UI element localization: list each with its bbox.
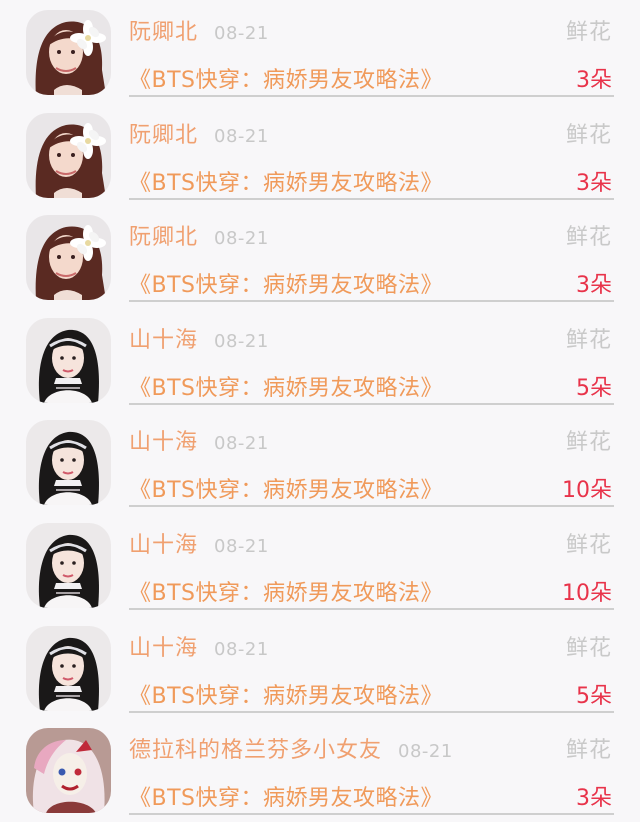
user-line: 德拉科的格兰芬多小女友 08-21 xyxy=(129,732,453,764)
book-title-link[interactable]: 《BTS快穿：病娇男友攻略法》 xyxy=(129,472,443,504)
list-item[interactable]: 德拉科的格兰芬多小女友 08-21 鲜花《BTS快穿：病娇男友攻略法》 3朵 xyxy=(0,718,640,821)
divider xyxy=(129,95,614,97)
avatar[interactable] xyxy=(26,420,111,506)
book-title-link[interactable]: 《BTS快穿：病娇男友攻略法》 xyxy=(129,575,443,607)
list-item[interactable]: 山十海 08-21 鲜花《BTS快穿：病娇男友攻略法》 5朵 xyxy=(0,308,640,411)
avatar[interactable] xyxy=(26,317,111,403)
user-line: 阮卿北 08-21 xyxy=(129,14,269,46)
username[interactable]: 阮卿北 xyxy=(129,123,198,148)
gift-type-label: 鲜花 xyxy=(565,122,612,148)
date-label: 08-21 xyxy=(214,228,269,250)
gift-type-label: 鲜花 xyxy=(565,738,612,764)
list-item[interactable]: 阮卿北 08-21 鲜花《BTS快穿：病娇男友攻略法》 3朵 xyxy=(0,103,640,206)
username[interactable]: 山十海 xyxy=(129,328,198,353)
username[interactable]: 山十海 xyxy=(129,430,198,455)
username[interactable]: 阮卿北 xyxy=(129,20,198,45)
user-line: 山十海 08-21 xyxy=(129,527,269,559)
gift-count: 5朵 xyxy=(576,375,612,401)
date-label: 08-21 xyxy=(214,535,269,557)
date-label: 08-21 xyxy=(214,125,269,147)
gift-count: 3朵 xyxy=(576,170,612,196)
gift-type-label: 鲜花 xyxy=(565,327,612,353)
gift-count: 3朵 xyxy=(576,68,612,93)
divider xyxy=(129,300,614,303)
date-label: 08-21 xyxy=(214,638,269,660)
list-item[interactable]: 山十海 08-21 鲜花《BTS快穿：病娇男友攻略法》 5朵 xyxy=(0,616,640,719)
avatar[interactable] xyxy=(26,215,111,301)
book-title-link[interactable]: 《BTS快穿：病娇男友攻略法》 xyxy=(129,62,443,94)
gift-count: 5朵 xyxy=(576,683,612,709)
username[interactable]: 阮卿北 xyxy=(129,225,198,250)
date-label: 08-21 xyxy=(398,741,453,763)
user-line: 山十海 08-21 xyxy=(129,322,269,354)
gift-count: 3朵 xyxy=(576,786,612,812)
gift-count: 3朵 xyxy=(576,273,612,299)
divider xyxy=(129,607,614,610)
list-item[interactable]: 阮卿北 08-21 鲜花《BTS快穿：病娇男友攻略法》 3朵 xyxy=(0,205,640,308)
list-item[interactable]: 阮卿北 08-21 鲜花《BTS快穿：病娇男友攻略法》 3朵 xyxy=(0,0,640,103)
avatar[interactable] xyxy=(26,522,111,608)
user-line: 山十海 08-21 xyxy=(129,630,269,662)
gift-type-label: 鲜花 xyxy=(565,635,612,661)
gift-type-label: 鲜花 xyxy=(565,225,612,251)
book-title-link[interactable]: 《BTS快穿：病娇男友攻略法》 xyxy=(129,370,443,402)
divider xyxy=(129,197,614,200)
divider xyxy=(129,402,614,405)
gift-list: 阮卿北 08-21 鲜花 《BTS快穿：病娇男友攻略法》 3朵 阮卿北 08-21 鲜花 《B… xyxy=(0,0,640,821)
date-label: 08-21 xyxy=(214,23,269,44)
username[interactable]: 山十海 xyxy=(129,636,198,661)
book-title-link[interactable]: 《BTS快穿：病娇男友攻略法》 xyxy=(129,678,443,710)
avatar[interactable] xyxy=(26,625,111,711)
list-item[interactable]: 山十海 08-21 鲜花《BTS快穿：病娇男友攻略法》 10朵 xyxy=(0,410,640,513)
username[interactable]: 山十海 xyxy=(129,533,198,558)
gift-count: 10朵 xyxy=(562,580,612,606)
date-label: 08-21 xyxy=(214,330,269,352)
list-item[interactable]: 山十海 08-21 鲜花《BTS快穿：病娇男友攻略法》 10朵 xyxy=(0,513,640,616)
gift-type-label: 鲜花 xyxy=(565,532,612,558)
divider xyxy=(129,505,614,508)
divider xyxy=(129,710,614,713)
user-line: 阮卿北 08-21 xyxy=(129,219,269,251)
user-line: 阮卿北 08-21 xyxy=(129,117,269,149)
username[interactable]: 德拉科的格兰芬多小女友 xyxy=(129,738,382,763)
book-title-link[interactable]: 《BTS快穿：病娇男友攻略法》 xyxy=(129,267,443,299)
divider xyxy=(129,813,614,816)
book-title-link[interactable]: 《BTS快穿：病娇男友攻略法》 xyxy=(129,780,443,812)
gift-type-label: 鲜花 xyxy=(565,20,612,45)
user-line: 山十海 08-21 xyxy=(129,424,269,456)
gift-count: 10朵 xyxy=(562,478,612,504)
avatar[interactable] xyxy=(26,728,111,814)
avatar[interactable] xyxy=(26,10,111,95)
date-label: 08-21 xyxy=(214,433,269,455)
avatar[interactable] xyxy=(26,112,111,198)
book-title-link[interactable]: 《BTS快穿：病娇男友攻略法》 xyxy=(129,165,443,197)
gift-type-label: 鲜花 xyxy=(565,430,612,456)
